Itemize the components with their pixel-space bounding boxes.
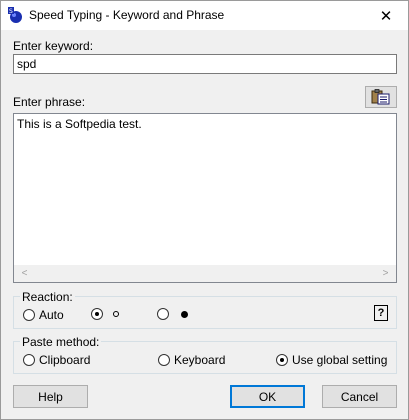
keyword-label: Enter keyword: xyxy=(13,39,94,53)
window-title: Speed Typing - Keyword and Phrase xyxy=(29,8,225,22)
reaction-auto-label: Auto xyxy=(39,308,64,322)
reaction-dot-radio[interactable] xyxy=(157,308,188,320)
reaction-help-button[interactable]: ? xyxy=(374,305,388,321)
svg-text:S: S xyxy=(9,8,13,15)
paste-method-group-label: Paste method: xyxy=(20,335,102,349)
reaction-auto-radio[interactable]: Auto xyxy=(23,308,64,322)
cancel-button[interactable]: Cancel xyxy=(322,385,397,408)
close-icon: ✕ xyxy=(379,7,393,25)
keyword-input[interactable]: spd xyxy=(13,54,397,74)
scroll-right-icon[interactable]: > xyxy=(377,266,394,281)
phrase-textarea[interactable]: This is a Softpedia test. < > xyxy=(13,113,397,283)
paste-keyboard-radio-circle xyxy=(158,354,170,366)
scroll-left-icon[interactable]: < xyxy=(16,266,33,281)
paste-keyboard-label: Keyboard xyxy=(174,353,226,367)
paste-clipboard-radio-circle xyxy=(23,354,35,366)
paste-from-clipboard-button[interactable] xyxy=(365,86,397,108)
paste-global-radio-circle xyxy=(276,354,288,366)
filled-dot-icon xyxy=(181,310,188,318)
dialog-window: S Speed Typing - Keyword and Phrase ✕ En… xyxy=(0,0,409,420)
ok-button[interactable]: OK xyxy=(230,385,305,408)
help-button[interactable]: Help xyxy=(13,385,88,408)
phrase-label: Enter phrase: xyxy=(13,95,86,109)
reaction-dot-radio-circle xyxy=(157,308,169,320)
small-circle-icon xyxy=(113,311,119,317)
reaction-circle-radio[interactable] xyxy=(91,308,119,320)
paste-clipboard-label: Clipboard xyxy=(39,353,91,367)
phrase-value: This is a Softpedia test. xyxy=(17,117,142,131)
horizontal-scrollbar[interactable]: < > xyxy=(14,265,396,282)
title-bar[interactable]: S Speed Typing - Keyword and Phrase ✕ xyxy=(1,1,408,30)
reaction-circle-radio-circle xyxy=(91,308,103,320)
paste-global-radio[interactable]: Use global setting xyxy=(276,353,387,367)
paste-global-label: Use global setting xyxy=(292,353,388,367)
speed-typing-app-icon: S xyxy=(8,7,22,23)
keyword-value: spd xyxy=(17,57,37,71)
clipboard-paste-icon xyxy=(371,89,390,105)
reaction-auto-radio-circle xyxy=(23,309,35,321)
close-button[interactable]: ✕ xyxy=(364,1,408,30)
paste-keyboard-radio[interactable]: Keyboard xyxy=(158,353,225,367)
reaction-group-label: Reaction: xyxy=(20,290,75,304)
paste-clipboard-radio[interactable]: Clipboard xyxy=(23,353,90,367)
